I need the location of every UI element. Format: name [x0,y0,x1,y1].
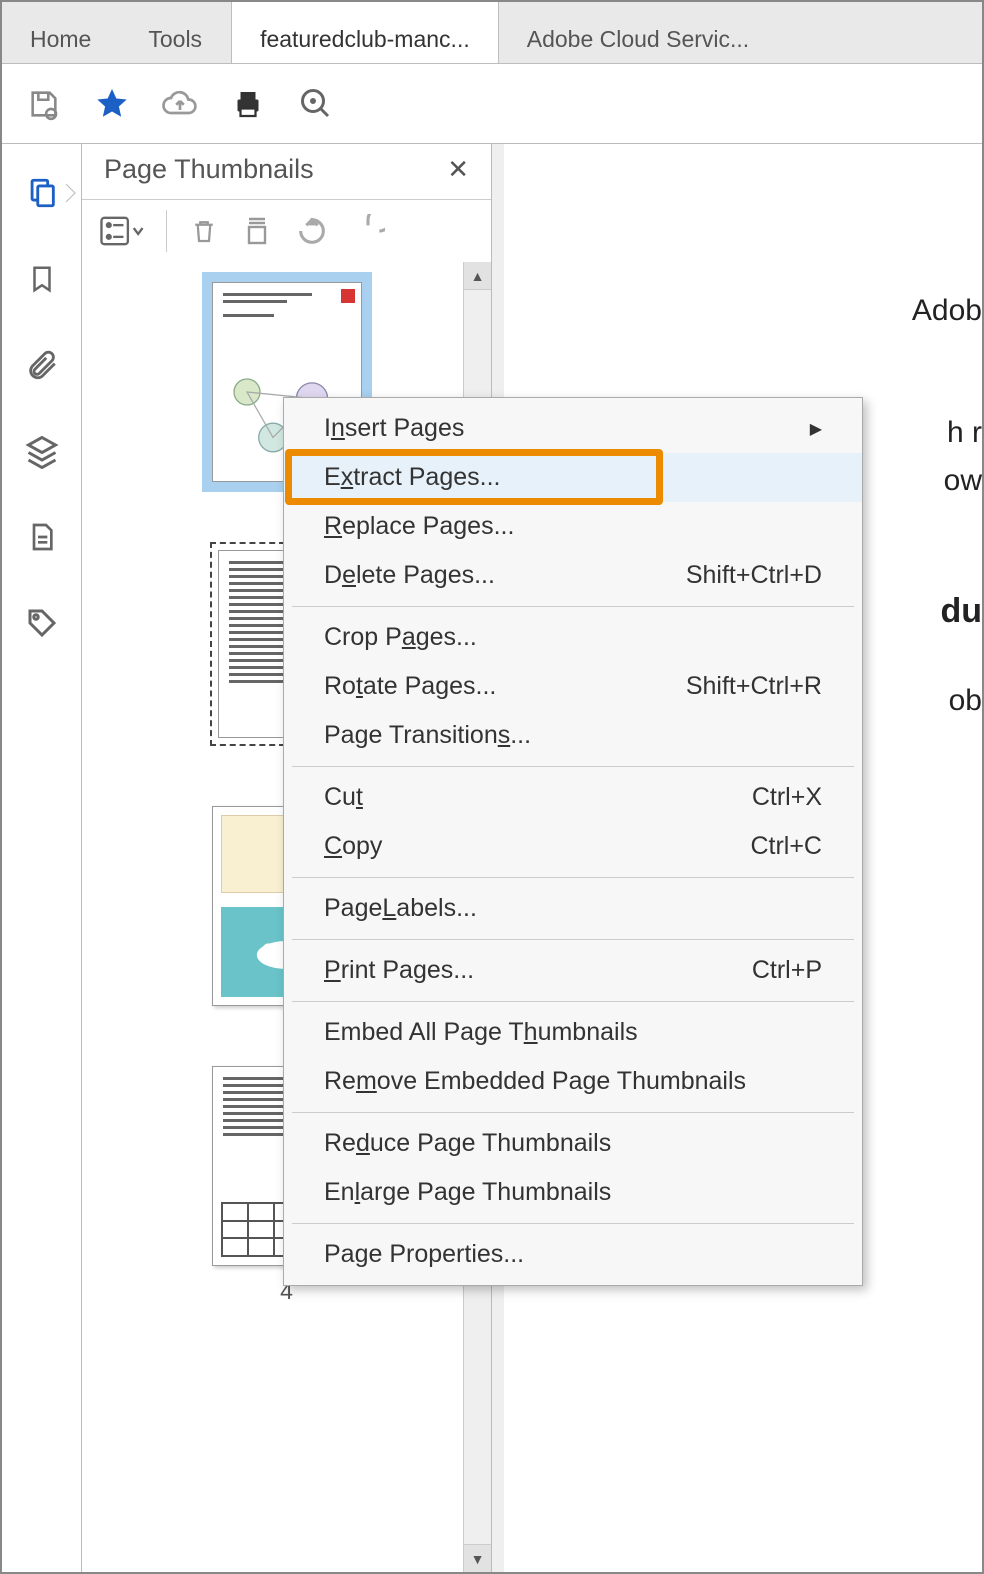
menu-replace-pages[interactable]: Replace Pages... [284,502,862,551]
context-menu: Insert Pages ▶ Extract Pages... Replace … [283,397,863,1286]
undo-icon[interactable] [295,214,329,248]
menu-separator [292,1001,854,1002]
content-text: du [940,592,982,631]
main-toolbar [2,64,982,144]
panel-close-button[interactable]: ✕ [447,154,469,185]
content-text: h r [947,416,982,450]
menu-separator [292,1112,854,1113]
tab-home[interactable]: Home [2,2,120,63]
shortcut-label: Ctrl+X [752,783,822,812]
content-text: ob [949,684,982,718]
menu-delete-pages[interactable]: Delete Pages... Shift+Ctrl+D [284,551,862,600]
redo-icon[interactable] [351,214,385,248]
nav-rail [2,144,82,1572]
scroll-down-icon[interactable]: ▼ [464,1544,491,1572]
menu-page-transitions[interactable]: Page Transitions... [284,711,862,760]
document-icon[interactable] [23,518,61,556]
menu-reduce-thumbnails[interactable]: Reduce Page Thumbnails [284,1119,862,1168]
star-icon[interactable] [94,86,130,122]
shortcut-label: Ctrl+P [752,956,822,985]
layers-icon[interactable] [23,432,61,470]
content-text: ow [944,464,982,498]
content-text: Adob [912,294,982,328]
page-thumbnails-icon[interactable] [23,174,61,212]
menu-page-labels[interactable]: Page Labels... [284,884,862,933]
search-icon[interactable] [298,86,334,122]
save-icon[interactable] [26,86,62,122]
print-icon[interactable] [230,86,266,122]
tab-tools[interactable]: Tools [120,2,231,63]
panel-header: Page Thumbnails ✕ [82,144,491,200]
menu-copy[interactable]: Copy Ctrl+C [284,822,862,871]
tab-document[interactable]: featuredclub-manc... [231,2,499,63]
menu-enlarge-thumbnails[interactable]: Enlarge Page Thumbnails [284,1168,862,1217]
submenu-arrow-icon: ▶ [810,419,822,439]
menu-rotate-pages[interactable]: Rotate Pages... Shift+Ctrl+R [284,662,862,711]
menu-separator [292,939,854,940]
menu-embed-thumbnails[interactable]: Embed All Page Thumbnails [284,1008,862,1057]
menu-separator [292,766,854,767]
menu-separator [292,877,854,878]
bookmark-icon[interactable] [23,260,61,298]
tab-cloud[interactable]: Adobe Cloud Servic... [499,2,778,63]
panel-title: Page Thumbnails [104,154,314,185]
options-dropdown-icon[interactable] [100,216,144,246]
rotate-page-icon[interactable] [241,215,273,247]
delete-icon[interactable] [189,214,219,248]
shortcut-label: Shift+Ctrl+D [686,561,822,590]
menu-remove-embedded-thumbnails[interactable]: Remove Embedded Page Thumbnails [284,1057,862,1106]
menu-crop-pages[interactable]: Crop Pages... [284,613,862,662]
tab-bar: Home Tools featuredclub-manc... Adobe Cl… [2,2,982,64]
shortcut-label: Shift+Ctrl+R [686,672,822,701]
menu-print-pages[interactable]: Print Pages... Ctrl+P [284,946,862,995]
tag-icon[interactable] [23,604,61,642]
cloud-upload-icon[interactable] [162,86,198,122]
menu-extract-pages[interactable]: Extract Pages... [284,453,862,502]
separator [166,210,167,252]
attachment-icon[interactable] [23,346,61,384]
scroll-up-icon[interactable]: ▲ [464,262,491,290]
menu-separator [292,606,854,607]
menu-page-properties[interactable]: Page Properties... [284,1230,862,1279]
menu-cut[interactable]: Cut Ctrl+X [284,773,862,822]
panel-toolbar [82,200,491,262]
menu-insert-pages[interactable]: Insert Pages ▶ [284,404,862,453]
shortcut-label: Ctrl+C [750,832,822,861]
menu-separator [292,1223,854,1224]
